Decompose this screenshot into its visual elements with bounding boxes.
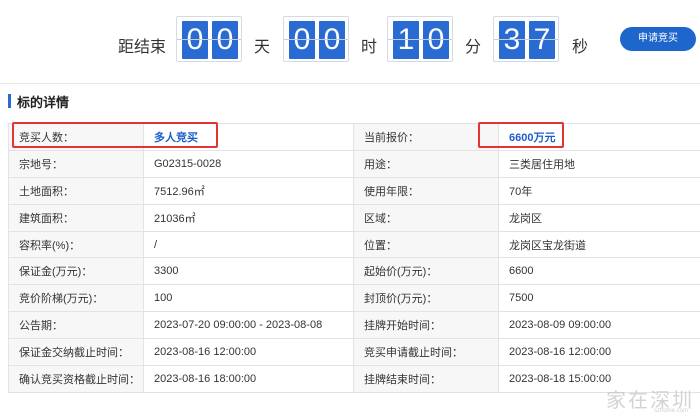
field-label: 保证金(万元)： — [8, 257, 144, 286]
countdown-bar: 距结束 0 0 天 0 0 时 1 0 分 3 7 秒 申请竞买 — [0, 0, 700, 80]
field-label: 容积率(%)： — [8, 230, 144, 259]
table-row: 竞价阶梯(万元)： 100 封顶价(万元)： 7500 — [8, 284, 700, 313]
hours-digit-1: 0 — [289, 21, 315, 59]
seconds-digit-1: 3 — [499, 21, 525, 59]
countdown-prefix: 距结束 — [118, 39, 167, 56]
section-title: 标的详情 — [17, 94, 70, 110]
field-value: 三类居住用地 — [498, 149, 700, 178]
field-label: 竞价阶梯(万元)： — [8, 284, 144, 313]
field-label: 竞买申请截止时间： — [353, 338, 499, 367]
field-value: 龙岗区宝龙街道 — [498, 230, 700, 259]
table-row: 建筑面积： 21036㎡ 区域： 龙岗区 — [8, 203, 700, 232]
countdown-hours: 0 0 — [283, 16, 349, 62]
section-header: 标的详情 — [8, 93, 70, 110]
field-label: 区域： — [353, 203, 499, 232]
days-digit-2: 0 — [212, 21, 238, 59]
field-label: 公告期： — [8, 311, 144, 340]
days-digit-1: 0 — [182, 21, 208, 59]
field-label: 位置： — [353, 230, 499, 259]
watermark-url: szhome.com — [653, 408, 688, 414]
field-value: 2023-07-20 09:00:00 - 2023-08-08 — [143, 311, 354, 340]
field-label: 保证金交纳截止时间： — [8, 338, 144, 367]
minutes-unit: 分 — [465, 39, 482, 56]
field-label: 挂牌开始时间： — [353, 311, 499, 340]
field-value: 龙岗区 — [498, 203, 700, 232]
table-row: 宗地号： G02315-0028 用途： 三类居住用地 — [8, 149, 700, 178]
field-value: 7512.96㎡ — [143, 176, 354, 205]
field-label: 起始价(万元)： — [353, 257, 499, 286]
field-label: 用途： — [353, 149, 499, 178]
current-price-highlight — [478, 122, 564, 148]
field-label: 建筑面积： — [8, 203, 144, 232]
table-row: 确认竞买资格截止时间： 2023-08-16 18:00:00 挂牌结束时间： 202… — [8, 365, 700, 393]
field-value: 2023-08-09 09:00:00 — [498, 311, 700, 340]
field-label: 土地面积： — [8, 176, 144, 205]
field-value: / — [143, 230, 354, 259]
table-row: 土地面积： 7512.96㎡ 使用年限： 70年 — [8, 176, 700, 205]
field-value: G02315-0028 — [143, 149, 354, 178]
field-value: 7500 — [498, 284, 700, 313]
table-row: 容积率(%)： / 位置： 龙岗区宝龙街道 — [8, 230, 700, 259]
table-row: 保证金(万元)： 3300 起始价(万元)： 6600 — [8, 257, 700, 286]
seconds-digit-2: 7 — [529, 21, 555, 59]
bidder-count-highlight — [12, 122, 218, 148]
field-value: 2023-08-16 18:00:00 — [143, 365, 354, 393]
seconds-unit: 秒 — [572, 39, 589, 56]
field-value: 21036㎡ — [143, 203, 354, 232]
table-row: 公告期： 2023-07-20 09:00:00 - 2023-08-08 挂牌开始… — [8, 311, 700, 340]
countdown-seconds: 3 7 — [493, 16, 559, 62]
field-label: 使用年限： — [353, 176, 499, 205]
field-label: 当前报价： — [353, 123, 499, 151]
section-accent-bar — [8, 94, 11, 108]
minutes-digit-1: 1 — [393, 21, 419, 59]
field-value: 2023-08-16 12:00:00 — [143, 338, 354, 367]
field-label: 确认竞买资格截止时间： — [8, 365, 144, 393]
field-value: 6600 — [498, 257, 700, 286]
table-row: 保证金交纳截止时间： 2023-08-16 12:00:00 竞买申请截止时间： 20… — [8, 338, 700, 367]
field-value: 100 — [143, 284, 354, 313]
field-value: 3300 — [143, 257, 354, 286]
header-divider — [0, 83, 700, 84]
detail-table: 竞买人数： 多人竞买 当前报价： 6600万元 宗地号： G02315-0028 用途： 三类… — [8, 123, 700, 393]
minutes-digit-2: 0 — [423, 21, 449, 59]
hours-unit: 时 — [361, 39, 378, 56]
days-unit: 天 — [254, 39, 271, 56]
hours-digit-2: 0 — [319, 21, 345, 59]
apply-bid-button[interactable]: 申请竞买 — [620, 27, 696, 51]
field-value: 2023-08-16 12:00:00 — [498, 338, 700, 367]
field-label: 挂牌结束时间： — [353, 365, 499, 393]
field-label: 宗地号： — [8, 149, 144, 178]
field-value: 70年 — [498, 176, 700, 205]
countdown-days: 0 0 — [176, 16, 242, 62]
countdown-minutes: 1 0 — [387, 16, 453, 62]
field-label: 封顶价(万元)： — [353, 284, 499, 313]
